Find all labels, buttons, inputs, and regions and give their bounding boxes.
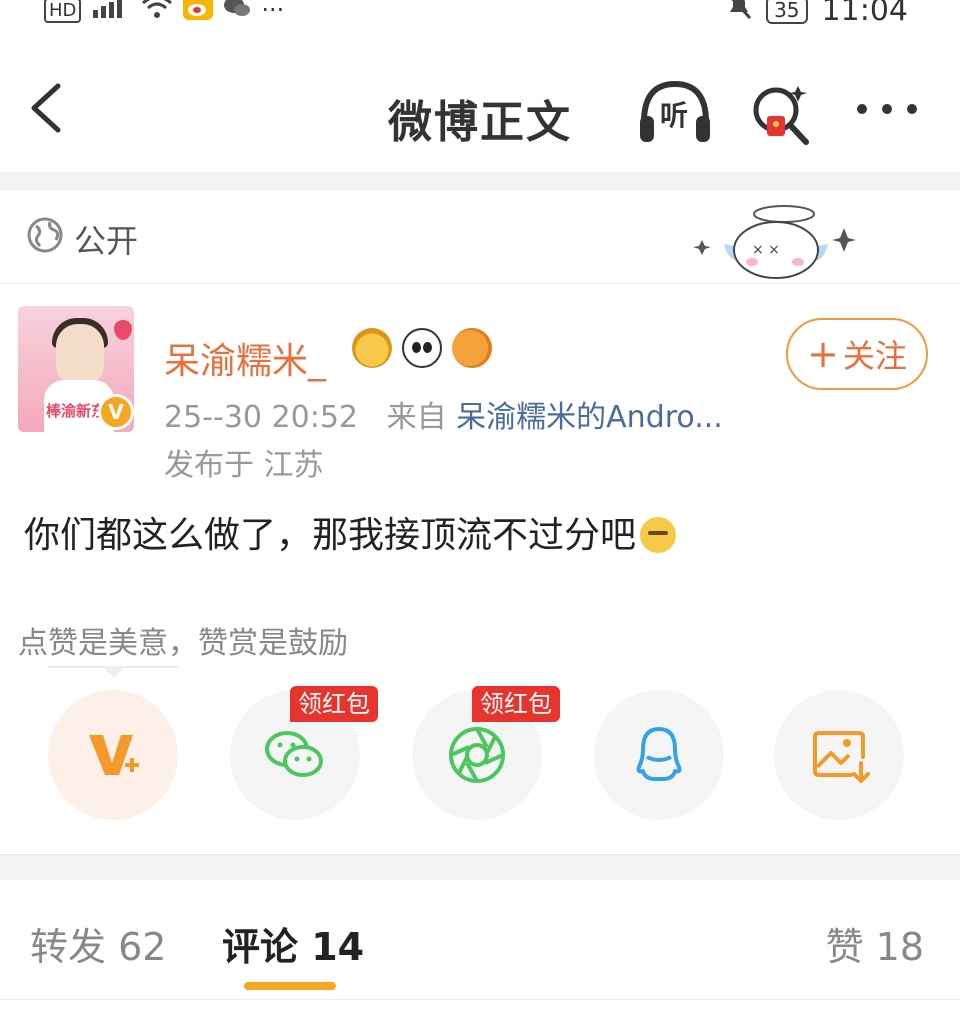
post-source-link[interactable]: 呆渝糯米的Andro... [456,400,723,435]
hd-indicator: HD [44,0,82,23]
visibility-label: 公开 [74,222,139,260]
reward-note: 点赞是美意，赞赏是鼓励 [18,626,348,661]
section-separator [0,172,960,190]
more-options-button[interactable] [852,94,922,124]
save-image-button[interactable] [774,690,904,820]
status-bar: HD ··· 35 11:04 [0,0,960,40]
qq-penguin-icon [636,727,682,781]
post-body: 你们都这么做了，那我接顶流不过分吧 [24,506,677,558]
vplus-reward-button[interactable] [48,690,178,820]
tab-repost[interactable]: 转发 62 [30,916,166,971]
crown-badge-icon[interactable] [352,328,392,368]
post-meta: 25--30 20:52 来自 呆渝糯米的Andro... [164,392,723,436]
more-notifications-icon: ··· [261,0,285,24]
strawberry-icon [114,320,132,340]
save-image-icon [813,731,870,783]
mute-bell-icon [726,0,752,28]
source-label: 来自 [386,400,447,435]
follow-label: 关注 [842,337,907,375]
wifi-icon [141,0,173,25]
status-left: HD ··· [44,0,284,26]
tab-like[interactable]: 赞 18 [826,916,924,971]
wechat-redpack-badge: 领红包 [290,686,378,722]
post-text: 你们都这么做了，那我接顶流不过分吧 [24,515,637,556]
search-button[interactable] [748,78,814,148]
status-right: 35 11:04 [726,0,908,28]
active-tab-indicator [244,982,336,990]
user-badges [352,328,492,368]
plus-icon: + [807,332,839,376]
tab-comment[interactable]: 评论 14 [222,916,364,971]
post-time: -30 20:52 [213,400,358,435]
section-separator-2 [0,854,960,880]
svg-text:× ×: × × [752,242,780,258]
signal-icon [91,0,131,26]
post-location: 发布于 江苏 [164,448,324,483]
vplus-icon [89,735,139,775]
share-qq-button[interactable] [594,690,724,820]
avatar-face [56,324,104,384]
avatar-caption: 棒渝新东 [46,402,107,420]
wechat-notify-icon [223,0,251,25]
moments-shutter-icon [449,727,505,783]
post-date: 25- [164,400,213,435]
top-nav-bar: 微博正文 听 [0,40,960,172]
more-dots-icon [857,104,917,114]
page-title: 微博正文 [388,97,572,148]
fish-badge-icon[interactable] [452,328,492,368]
wechat-icon [265,731,323,777]
visibility-row: 公开 × × [0,190,960,284]
panda-badge-icon[interactable] [402,328,442,368]
share-row: 领红包 领红包 [0,686,960,824]
verified-badge: V [98,394,134,430]
battery-indicator: 35 [766,0,808,24]
reward-caret [102,666,126,678]
username[interactable]: 呆渝糯米_ [164,332,326,384]
listen-label: 听 [660,99,689,132]
status-time: 11:04 [821,0,908,28]
moments-redpack-badge: 领红包 [472,686,560,722]
thinking-emoji-icon [640,517,677,553]
weibo-notify-icon [183,0,214,26]
globe-icon [27,217,63,253]
angel-mascot-sticker: × × [693,205,856,279]
follow-button[interactable]: + 关注 [786,318,928,390]
post-tabs: 转发 62 评论 14 赞 18 [0,880,960,1000]
listen-button[interactable]: 听 [636,76,714,148]
search-icon [753,86,809,145]
